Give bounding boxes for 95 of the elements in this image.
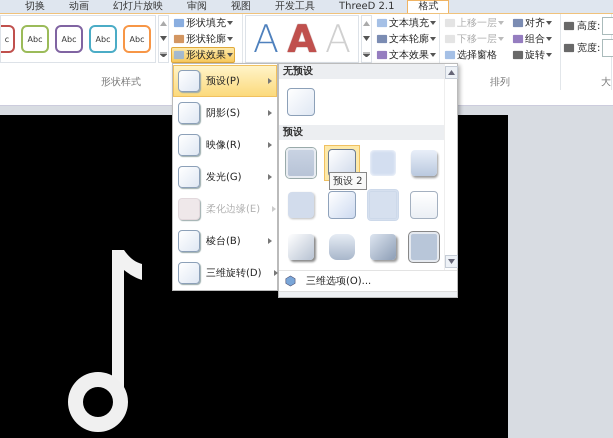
shape-style-thumbnail[interactable]: Abc — [123, 25, 151, 53]
caret-icon — [546, 37, 552, 41]
group-label: 大 — [601, 76, 611, 89]
toolbar-icon — [563, 20, 575, 32]
tooltip: 预设 2 — [329, 172, 367, 190]
scroll-down-button[interactable] — [445, 255, 458, 268]
gallery-scrollbar[interactable] — [361, 15, 372, 63]
group-label: 排列 — [490, 76, 510, 89]
effect-preview-icon — [178, 134, 200, 156]
ribbon-button[interactable]: 文本填充 — [374, 15, 438, 31]
submenu-arrow-icon — [274, 270, 278, 276]
ribbon-tab[interactable]: 开发工具 — [264, 0, 326, 13]
caret-icon — [227, 53, 233, 57]
ribbon-button[interactable]: 对齐 — [510, 15, 554, 31]
shape-style-thumbnail[interactable]: Abc — [55, 25, 83, 53]
ribbon-tab[interactable]: ThreeD 2.1 — [328, 0, 406, 13]
preset-option[interactable] — [283, 145, 319, 181]
scroll-up-icon — [448, 70, 455, 75]
menu-item[interactable]: 映像(R) — [173, 129, 277, 161]
menu-item[interactable]: 三维选项(O)... — [306, 274, 372, 288]
effect-preview-icon — [178, 102, 200, 124]
scroll-down-icon — [448, 259, 455, 264]
menu-item[interactable]: 预设(P) — [173, 65, 277, 97]
caret-icon — [498, 21, 504, 25]
effect-preview-icon — [178, 262, 200, 284]
input-field[interactable] — [602, 17, 613, 35]
caret-icon — [430, 53, 436, 57]
caret-icon — [430, 37, 436, 41]
wordart-style[interactable]: A — [250, 17, 282, 61]
ribbon-button[interactable]: 组合 — [510, 31, 554, 47]
caret-icon — [227, 37, 233, 41]
shape-style-thumbnail[interactable]: Abc — [89, 25, 117, 53]
group-label: 形状样式 — [101, 76, 141, 89]
ribbon-button[interactable]: 形状轮廓 — [171, 31, 235, 47]
ribbon-tab[interactable]: 视图 — [220, 0, 262, 13]
ribbon-tab[interactable]: 切换 — [14, 0, 56, 13]
scroll-down-icon — [363, 36, 370, 42]
submenu-arrow-icon — [268, 110, 272, 116]
more-icon — [363, 52, 370, 57]
menu-item[interactable]: 棱台(B) — [173, 225, 277, 257]
effect-preview-icon — [178, 230, 200, 252]
section-header: 预设 — [279, 125, 444, 140]
wordart-style[interactable]: A — [286, 17, 318, 61]
preset-option[interactable] — [406, 229, 442, 265]
caret-icon — [430, 21, 436, 25]
toolbar-icon — [173, 33, 185, 45]
ribbon-button[interactable]: 形状效果 — [171, 47, 235, 63]
toolbar-icon — [376, 49, 388, 61]
toolbar-icon — [376, 17, 388, 29]
scroll-up-icon — [160, 21, 167, 26]
shape-style-thumbnail[interactable]: c — [1, 25, 15, 53]
caret-icon — [498, 37, 504, 41]
field-label: 宽度: — [577, 42, 600, 55]
ribbon-button[interactable]: 文本轮廓 — [374, 31, 438, 47]
field-label: 高度: — [577, 20, 600, 33]
submenu-arrow-icon — [268, 174, 272, 180]
toolbar-icon — [512, 17, 524, 29]
ribbon-button[interactable]: 选择窗格 — [442, 47, 506, 63]
effect-preview-icon — [178, 198, 200, 220]
menu-item[interactable]: 三维旋转(D) — [173, 257, 277, 289]
effect-preview-icon — [178, 166, 200, 188]
scroll-down-icon — [160, 36, 167, 42]
toolbar-icon — [444, 17, 456, 29]
scroll-up-icon — [363, 21, 370, 26]
menu-item[interactable]: 阴影(S) — [173, 97, 277, 129]
ribbon-tab[interactable]: 幻灯片放映 — [102, 0, 174, 13]
toolbar-icon — [173, 49, 185, 61]
submenu-arrow-icon — [272, 206, 276, 212]
toolbar-icon — [563, 42, 575, 54]
gallery-scrollbar[interactable] — [158, 15, 169, 63]
toolbar-icon — [512, 49, 524, 61]
caret-icon — [546, 21, 552, 25]
submenu-arrow-icon — [268, 78, 272, 84]
toolbar-icon — [376, 33, 388, 45]
scroll-up-button[interactable] — [445, 66, 458, 79]
shape-style-thumbnail[interactable]: Abc — [21, 25, 49, 53]
toolbar-icon — [512, 33, 524, 45]
submenu-arrow-icon — [268, 142, 272, 148]
ribbon-tab[interactable]: 格式 — [407, 0, 450, 13]
more-icon — [160, 52, 167, 57]
toolbar-icon — [173, 17, 185, 29]
menu-item[interactable]: 发光(G) — [173, 161, 277, 193]
caret-icon — [227, 21, 233, 25]
effect-preview-icon — [178, 70, 200, 92]
ribbon-tab[interactable]: 动画 — [58, 0, 100, 13]
section-header: 无预设 — [279, 64, 444, 79]
ribbon-tab[interactable]: 审阅 — [176, 0, 218, 13]
ribbon-button[interactable]: 文本效果 — [374, 47, 438, 63]
ribbon-button[interactable]: 旋转 — [510, 47, 554, 63]
toolbar-icon — [444, 33, 456, 45]
ribbon-button[interactable]: 形状填充 — [171, 15, 235, 31]
toolbar-icon — [444, 49, 456, 61]
submenu-arrow-icon — [268, 238, 272, 244]
caret-icon — [546, 53, 552, 57]
input-field[interactable] — [602, 39, 613, 57]
